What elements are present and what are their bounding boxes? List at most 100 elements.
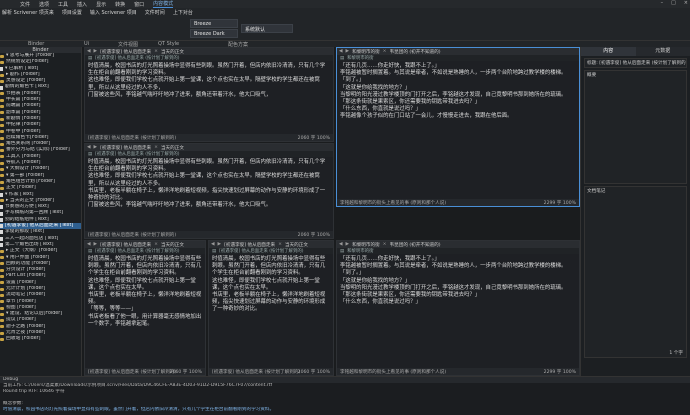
pane-tab[interactable]: [初遇李俊] 他从后面走来 xyxy=(100,145,151,151)
debug-line: 时值清晨，校园书店的灯光照着操场中显得有些刺眼。虽然门开着，但店内依旧冷清清，只… xyxy=(3,407,275,412)
forward-icon[interactable]: ▶ xyxy=(94,145,98,150)
pane-footer-stats: 2060 字 100% xyxy=(298,135,330,141)
inspector-panel: 内容 元数据 标题: [初遇李俊] 他从后面走来 (按计划了解到的) 概要 文档… xyxy=(580,47,690,376)
menu-options[interactable]: 选项 xyxy=(39,1,49,8)
ribbon-tab-import[interactable]: 输入 Scrivener 项目 xyxy=(90,9,137,16)
folder-icon xyxy=(0,142,4,146)
pane-tab[interactable]: 当天的正文 xyxy=(161,242,184,248)
editor-pane[interactable]: ◀ ▶ [初遇李俊] 他从后面走来 × 当天的正文 ▤ [初遇李俊] 他从后面走来 (按计划… xyxy=(84,47,334,142)
theme-breeze-dark-button[interactable]: Breeze Dark xyxy=(190,29,238,38)
editor-pane[interactable]: ◀ ▶ 和黎明市的街 × 韦昆团的 (初开不知道的) ▤ 和黎明市的街 「还有几页……你走好快… xyxy=(336,47,580,207)
menu-file[interactable]: 文件 xyxy=(20,1,30,8)
zoom-level[interactable]: 100% xyxy=(563,201,576,206)
editor-pane[interactable]: ◀ ▶ [初遇李俊] 他从后面走来 × 当天的正文 ▤ [初遇李俊] 他从后面走来 (按计划… xyxy=(84,240,206,376)
pane-tab[interactable]: [初遇李俊] 他从后面走来 xyxy=(100,49,151,55)
forward-icon[interactable]: ▶ xyxy=(218,242,222,247)
ribbon-tab-parse[interactable]: 解析 Scrivener 项页来 xyxy=(2,9,54,16)
menu-bar: 文件 选项 工具 插入 显示 转换 窗口 内容模式 – □ × xyxy=(0,0,690,8)
editor-text[interactable]: 时值清晨，校园书店的灯光照着操场中显得有些刺眼。虽然门开着，但店内依旧冷清清，只… xyxy=(85,61,333,101)
notes-label: 文档笔记 xyxy=(587,189,606,194)
pane-tab[interactable]: 当天的正文 xyxy=(161,49,184,55)
pane-tab[interactable]: 和黎明市的街 xyxy=(352,49,380,55)
pane-footer-stats: 2060 字 100% xyxy=(298,232,330,238)
menu-content-mode[interactable]: 内容模式 xyxy=(153,0,174,8)
zoom-level[interactable]: 100% xyxy=(563,370,576,375)
binder-item-label: 回收站 [Folder] xyxy=(6,336,41,342)
editor-text[interactable]: 时值清晨，校园书店的灯光照着操场中显得有些刺眼。虽然门开着，但店内依旧冷清清，只… xyxy=(85,157,333,211)
binder-sidebar: Binder ▾ 思考与展开 [Folder] 然规划设定[Folder] ▾ … xyxy=(0,47,82,376)
ribbon-tab-project-settings[interactable]: 项目设置 xyxy=(62,9,82,16)
pane-tab[interactable]: 韦昆团的 (初开不知道的) xyxy=(390,49,441,55)
back-icon[interactable]: ◀ xyxy=(211,242,215,247)
close-tab-icon[interactable]: × xyxy=(154,145,158,150)
menu-convert[interactable]: 转换 xyxy=(115,1,125,8)
close-tab-icon[interactable]: × xyxy=(154,49,158,54)
back-icon[interactable]: ◀ xyxy=(87,242,91,247)
folder-icon xyxy=(0,174,4,178)
pane-tab[interactable]: [初遇李俊] 他从后面走来 xyxy=(224,242,275,248)
pane-footer-title: [初遇李俊] 他从后面走来 (按计划了解到的) xyxy=(88,135,177,141)
document-icon: ▤ xyxy=(88,55,93,61)
document-icon xyxy=(0,230,3,235)
pane-tab[interactable]: 韦昆团的 (初开不知道的) xyxy=(390,242,441,248)
document-icon: ▤ xyxy=(212,248,217,254)
notes-box[interactable]: 文档笔记 1 个字 xyxy=(584,186,687,358)
document-icon xyxy=(0,192,3,197)
menu-insert[interactable]: 插入 xyxy=(77,1,87,8)
document-icon xyxy=(0,236,3,241)
close-tab-icon[interactable]: × xyxy=(383,242,387,247)
menu-view[interactable]: 显示 xyxy=(96,1,106,8)
ribbon-tab-align[interactable]: 上下对台 xyxy=(173,9,193,16)
zoom-level[interactable]: 100% xyxy=(317,233,330,238)
folder-icon xyxy=(0,54,4,58)
pane-footer: [初遇李俊] 他从后面走来 (按计划了解到的) 2060 字 100% xyxy=(85,231,333,238)
back-icon[interactable]: ◀ xyxy=(87,49,91,54)
pane-footer: [初遇李俊] 他从后面走来 (按计划了解到的) 2060 字 100% xyxy=(209,368,333,375)
ribbon: Breeze Breeze Dark 系统默认 xyxy=(0,16,690,41)
word-count: 2060 字 xyxy=(297,135,316,141)
minimize-icon[interactable]: – xyxy=(661,0,664,6)
pane-footer-stats: 2299 字 100% xyxy=(544,200,576,206)
folder-icon xyxy=(0,73,4,77)
inspector-tab-metadata[interactable]: 元数据 xyxy=(635,47,690,56)
forward-icon[interactable]: ▶ xyxy=(94,49,98,54)
close-tab-icon[interactable]: × xyxy=(154,242,158,247)
maximize-icon[interactable]: □ xyxy=(671,0,676,6)
pane-tab[interactable]: 当天的正文 xyxy=(285,242,308,248)
folder-icon xyxy=(0,331,4,335)
document-icon xyxy=(0,66,3,71)
menu-window[interactable]: 窗口 xyxy=(134,1,144,8)
editor-text[interactable]: 「还有几页……你走好快，我跟不上了。」 李铭越被暂时搁置着。与其说是牵者，不如说… xyxy=(337,254,579,308)
pane-tab[interactable]: 和黎明市的街 xyxy=(352,242,380,248)
editor-text[interactable]: 时值清晨，校园书店的灯光照着操场中显得有些刺眼。虽然门开着，但店内依旧冷清清，只… xyxy=(85,254,205,330)
editor-text[interactable]: 时值清晨，校园书店的灯光照着操场中显得有些刺眼。虽然门开着，但店内依旧冷清清，只… xyxy=(209,254,333,316)
synopsis-box[interactable]: 概要 xyxy=(584,70,687,184)
editor-pane[interactable]: ◀ ▶ 和黎明市的街 × 韦昆团的 (初开不知道的) ▤ 和黎明市的街 「还有几页……你走好快… xyxy=(336,240,580,376)
back-icon[interactable]: ◀ xyxy=(339,242,343,247)
editor-text[interactable]: 「还有几页……你走好快，我跟不上了。」 李铭越被暂时搁置着。与其说是牵者，不如说… xyxy=(337,61,579,123)
back-icon[interactable]: ◀ xyxy=(87,145,91,150)
editor-pane[interactable]: ◀ ▶ [初遇李俊] 他从后面走来 × 当天的正文 ▤ [初遇李俊] 他从后面走来 (按计划… xyxy=(84,143,334,239)
forward-icon[interactable]: ▶ xyxy=(94,242,98,247)
pane-footer-title: 李铭越和黎明市的街头上看见的事 (原则和那个人说) xyxy=(340,200,447,206)
menu-tools[interactable]: 工具 xyxy=(58,1,68,8)
pane-footer-title: 李铭越和黎明市的街头上看见的事 (原则和那个人说) xyxy=(340,369,447,375)
inspector-tab-content[interactable]: 内容 xyxy=(581,47,636,56)
zoom-level[interactable]: 100% xyxy=(317,136,330,141)
editor-pane[interactable]: ◀ ▶ [初遇李俊] 他从后面走来 × 当天的正文 ▤ [初遇李俊] 他从后面走来 (按计划… xyxy=(208,240,334,376)
close-tab-icon[interactable]: × xyxy=(278,242,282,247)
back-icon[interactable]: ◀ xyxy=(339,49,343,54)
binder-item[interactable]: 回收站 [Folder] xyxy=(0,336,81,342)
close-tab-icon[interactable]: × xyxy=(383,49,387,54)
pane-tab[interactable]: [初遇李俊] 他从后面走来 xyxy=(100,242,151,248)
pane-tab[interactable]: 当天的正文 xyxy=(161,145,184,151)
close-icon[interactable]: × xyxy=(684,0,688,6)
theme-system-default-button[interactable]: 系统默认 xyxy=(241,24,293,33)
zoom-level[interactable]: 100% xyxy=(189,370,202,375)
theme-breeze-button[interactable]: Breeze xyxy=(190,19,238,28)
forward-icon[interactable]: ▶ xyxy=(346,242,350,247)
ribbon-tab-file-time[interactable]: 文件时间 xyxy=(145,9,165,16)
forward-icon[interactable]: ▶ xyxy=(346,49,350,54)
zoom-level[interactable]: 100% xyxy=(317,370,330,375)
pane-tab-bar: ◀ ▶ 和黎明市的街 × 韦昆团的 (初开不知道的) xyxy=(337,48,579,55)
